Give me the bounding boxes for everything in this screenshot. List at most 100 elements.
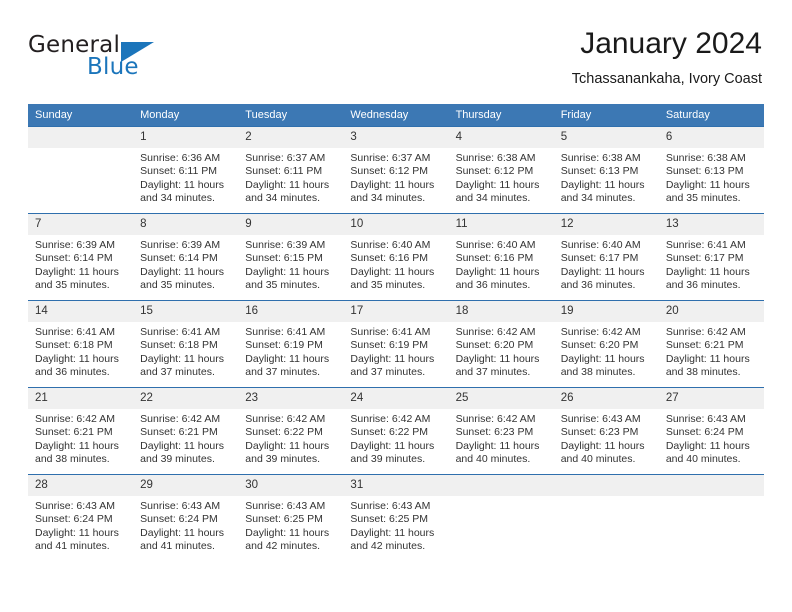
sunset-time: Sunset: 6:23 PM — [560, 426, 639, 439]
day-details: Sunrise: 6:40 AM Sunset: 6:17 PM Daylight:… — [554, 235, 659, 293]
calendar-day-cell[interactable]: 27 Sunrise: 6:43 AM Sunset: 6:24 PM Dayligh… — [658, 387, 764, 475]
calendar-day-cell[interactable]: 26 Sunrise: 6:43 AM Sunset: 6:23 PM Dayligh… — [553, 387, 659, 475]
calendar-day-cell[interactable]: 24 Sunrise: 6:42 AM Sunset: 6:22 PM Dayligh… — [343, 387, 449, 475]
sunset-time: Sunset: 6:25 PM — [245, 513, 323, 526]
sunrise-time: Sunrise: 6:42 AM — [245, 413, 326, 425]
calendar-day-cell[interactable]: 1 Sunrise: 6:36 AM Sunset: 6:11 PM Daylight… — [133, 126, 239, 214]
weekday-header-thursday: Thursday — [448, 104, 554, 127]
calendar-day-cell[interactable]: 30 Sunrise: 6:43 AM Sunset: 6:25 PM Dayligh… — [238, 474, 344, 561]
day-number — [448, 475, 554, 496]
day-details: Sunrise: 6:37 AM Sunset: 6:11 PM Daylight:… — [238, 148, 343, 206]
sunset-time: Sunset: 6:16 PM — [455, 252, 534, 265]
day-number: 8 — [133, 214, 239, 235]
daylight-duration-line2: and 36 minutes. — [560, 279, 636, 292]
sunrise-time: Sunrise: 6:42 AM — [665, 326, 746, 338]
sunrise-sunset-calendar: Sunday Monday Tuesday Wednesday Thursday Frid… — [28, 104, 764, 561]
daylight-duration-line2: and 35 minutes. — [665, 192, 741, 205]
calendar-day-cell[interactable]: 25 Sunrise: 6:42 AM Sunset: 6:23 PM Dayligh… — [448, 387, 554, 475]
calendar-day-cell[interactable]: 29 Sunrise: 6:43 AM Sunset: 6:24 PM Dayligh… — [133, 474, 239, 561]
day-details: Sunrise: 6:42 AM Sunset: 6:21 PM Daylight:… — [133, 409, 238, 467]
calendar-day-cell[interactable]: 13 Sunrise: 6:41 AM Sunset: 6:17 PM Dayligh… — [658, 213, 764, 301]
daylight-duration-line1: Daylight: 11 hours — [140, 526, 224, 539]
calendar-day-cell[interactable]: 16 Sunrise: 6:41 AM Sunset: 6:19 PM Dayligh… — [238, 300, 344, 388]
sunrise-time: Sunrise: 6:42 AM — [140, 413, 221, 425]
calendar-day-cell[interactable]: 8 Sunrise: 6:39 AM Sunset: 6:14 PM Daylight… — [133, 213, 239, 301]
calendar-day-cell[interactable]: 20 Sunrise: 6:42 AM Sunset: 6:21 PM Dayligh… — [658, 300, 764, 388]
day-details: Sunrise: 6:42 AM Sunset: 6:22 PM Daylight:… — [238, 409, 343, 467]
calendar-day-cell-empty — [28, 126, 134, 214]
general-blue-logo[interactable]: General Blue — [28, 32, 208, 92]
calendar-day-cell[interactable]: 12 Sunrise: 6:40 AM Sunset: 6:17 PM Dayligh… — [553, 213, 659, 301]
calendar-day-cell[interactable]: 6 Sunrise: 6:38 AM Sunset: 6:13 PM Daylight… — [658, 126, 764, 214]
calendar-day-cell[interactable]: 10 Sunrise: 6:40 AM Sunset: 6:16 PM Dayligh… — [343, 213, 449, 301]
calendar-day-cell[interactable]: 15 Sunrise: 6:41 AM Sunset: 6:18 PM Dayligh… — [133, 300, 239, 388]
calendar-day-cell[interactable]: 23 Sunrise: 6:42 AM Sunset: 6:22 PM Dayligh… — [238, 387, 344, 475]
day-number: 13 — [658, 214, 764, 235]
sunset-time: Sunset: 6:11 PM — [140, 165, 217, 178]
day-details: Sunrise: 6:40 AM Sunset: 6:16 PM Daylight:… — [343, 235, 448, 293]
day-details: Sunrise: 6:42 AM Sunset: 6:22 PM Daylight:… — [343, 409, 448, 467]
daylight-duration-line1: Daylight: 11 hours — [35, 265, 119, 278]
daylight-duration-line2: and 39 minutes. — [245, 453, 320, 466]
calendar-day-cell-empty — [448, 474, 554, 561]
day-details: Sunrise: 6:42 AM Sunset: 6:23 PM Daylight:… — [449, 409, 554, 467]
daylight-duration-line2: and 34 minutes. — [140, 192, 215, 205]
weekday-header-saturday: Saturday — [658, 104, 764, 127]
day-details: Sunrise: 6:42 AM Sunset: 6:20 PM Daylight:… — [554, 322, 659, 380]
calendar-day-cell[interactable]: 31 Sunrise: 6:43 AM Sunset: 6:25 PM Dayligh… — [343, 474, 449, 561]
daylight-duration-line2: and 38 minutes. — [560, 366, 636, 379]
calendar-day-cell[interactable]: 4 Sunrise: 6:38 AM Sunset: 6:12 PM Daylight… — [448, 126, 554, 214]
daylight-duration-line2: and 38 minutes. — [665, 366, 741, 379]
calendar-day-cell[interactable]: 11 Sunrise: 6:40 AM Sunset: 6:16 PM Dayligh… — [448, 213, 554, 301]
day-number — [658, 475, 764, 496]
calendar-day-cell[interactable]: 28 Sunrise: 6:43 AM Sunset: 6:24 PM Dayligh… — [28, 474, 134, 561]
daylight-duration-line1: Daylight: 11 hours — [350, 439, 435, 452]
daylight-duration-line2: and 40 minutes. — [665, 453, 741, 466]
calendar-day-cell[interactable]: 21 Sunrise: 6:42 AM Sunset: 6:21 PM Dayligh… — [28, 387, 134, 475]
daylight-duration-line2: and 41 minutes. — [140, 540, 215, 553]
day-number: 17 — [343, 301, 449, 322]
calendar-day-cell[interactable]: 7 Sunrise: 6:39 AM Sunset: 6:14 PM Daylight… — [28, 213, 134, 301]
daylight-duration-line1: Daylight: 11 hours — [350, 178, 435, 191]
calendar-day-cell[interactable]: 5 Sunrise: 6:38 AM Sunset: 6:13 PM Daylight… — [553, 126, 659, 214]
sunset-time: Sunset: 6:20 PM — [560, 339, 639, 352]
calendar-day-cell[interactable]: 19 Sunrise: 6:42 AM Sunset: 6:20 PM Dayligh… — [553, 300, 659, 388]
day-details: Sunrise: 6:38 AM Sunset: 6:12 PM Daylight:… — [449, 148, 554, 206]
sunrise-time: Sunrise: 6:41 AM — [350, 326, 431, 338]
day-number: 24 — [343, 388, 449, 409]
daylight-duration-line2: and 40 minutes. — [455, 453, 531, 466]
daylight-duration-line2: and 36 minutes. — [455, 279, 531, 292]
daylight-duration-line2: and 38 minutes. — [35, 453, 110, 466]
sunset-time: Sunset: 6:19 PM — [245, 339, 323, 352]
day-details: Sunrise: 6:39 AM Sunset: 6:14 PM Daylight:… — [133, 235, 238, 293]
daylight-duration-line1: Daylight: 11 hours — [560, 178, 645, 191]
day-number: 6 — [658, 127, 764, 148]
calendar-header-row: Sunday Monday Tuesday Wednesday Thursday Frid… — [28, 104, 764, 127]
day-details: Sunrise: 6:41 AM Sunset: 6:19 PM Daylight:… — [238, 322, 343, 380]
sunrise-time: Sunrise: 6:42 AM — [35, 413, 115, 425]
calendar-day-cell[interactable]: 3 Sunrise: 6:37 AM Sunset: 6:12 PM Daylight… — [343, 126, 449, 214]
day-details: Sunrise: 6:42 AM Sunset: 6:21 PM Daylight:… — [659, 322, 764, 380]
day-details: Sunrise: 6:41 AM Sunset: 6:18 PM Daylight:… — [133, 322, 238, 380]
calendar-page: General Blue January 2024 Tchassanankaha… — [0, 0, 792, 612]
weekday-header-sunday: Sunday — [28, 104, 134, 127]
logo-text-blue: Blue — [87, 54, 139, 80]
calendar-day-cell[interactable]: 18 Sunrise: 6:42 AM Sunset: 6:20 PM Dayligh… — [448, 300, 554, 388]
daylight-duration-line1: Daylight: 11 hours — [560, 265, 645, 278]
daylight-duration-line2: and 37 minutes. — [140, 366, 215, 379]
daylight-duration-line2: and 37 minutes. — [455, 366, 531, 379]
daylight-duration-line2: and 36 minutes. — [665, 279, 741, 292]
calendar-day-cell-empty — [658, 474, 764, 561]
day-details: Sunrise: 6:37 AM Sunset: 6:12 PM Daylight:… — [343, 148, 448, 206]
sunset-time: Sunset: 6:12 PM — [350, 165, 429, 178]
calendar-day-cell[interactable]: 22 Sunrise: 6:42 AM Sunset: 6:21 PM Dayligh… — [133, 387, 239, 475]
sunrise-time: Sunrise: 6:42 AM — [455, 326, 536, 338]
sunset-time: Sunset: 6:14 PM — [35, 252, 113, 265]
page-subtitle: Tchassanankaha, Ivory Coast — [571, 71, 762, 87]
day-details: Sunrise: 6:43 AM Sunset: 6:25 PM Daylight:… — [238, 496, 343, 554]
calendar-day-cell[interactable]: 2 Sunrise: 6:37 AM Sunset: 6:11 PM Daylight… — [238, 126, 344, 214]
calendar-day-cell[interactable]: 9 Sunrise: 6:39 AM Sunset: 6:15 PM Daylight… — [238, 213, 344, 301]
calendar-day-cell[interactable]: 17 Sunrise: 6:41 AM Sunset: 6:19 PM Dayligh… — [343, 300, 449, 388]
calendar-day-cell[interactable]: 14 Sunrise: 6:41 AM Sunset: 6:18 PM Dayligh… — [28, 300, 134, 388]
day-details: Sunrise: 6:41 AM Sunset: 6:19 PM Daylight:… — [343, 322, 448, 380]
